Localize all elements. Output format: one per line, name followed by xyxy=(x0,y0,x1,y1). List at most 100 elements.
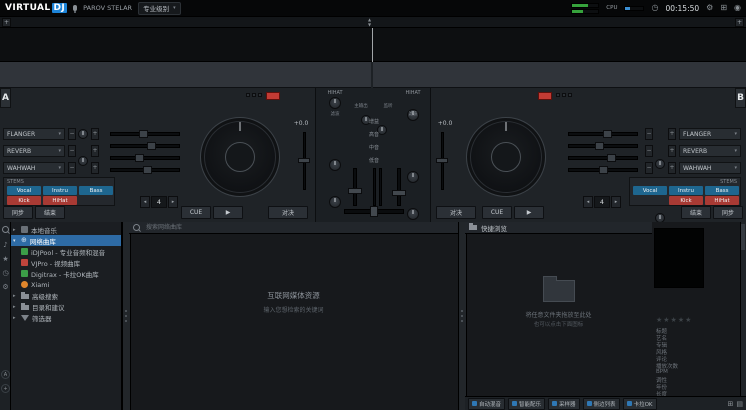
deck-a-sync-button[interactable]: 同步 xyxy=(3,206,33,219)
deck-b-cue-button[interactable]: CUE xyxy=(482,206,512,219)
wave-zoom-right-button[interactable]: + xyxy=(735,18,744,27)
deck-b-fx-select-2[interactable]: REVERB▾ xyxy=(679,145,741,157)
deck-a-fx2-knob[interactable] xyxy=(78,156,88,166)
deck-a-end-button[interactable]: 结束 xyxy=(35,206,65,219)
mixer-volume-handle-right[interactable] xyxy=(392,190,406,196)
slider-handle[interactable] xyxy=(135,154,144,162)
expander-icon[interactable]: ▸ xyxy=(13,293,18,299)
mixer-crossfader-handle[interactable] xyxy=(370,206,378,217)
deck-a-play-button[interactable]: ▶ xyxy=(213,206,243,219)
slider-handle[interactable] xyxy=(139,130,148,138)
sidelist-button[interactable]: 侧边列表 xyxy=(583,398,620,410)
deck-b-play-button[interactable]: ▶ xyxy=(514,206,544,219)
mixer-high-knob-right[interactable] xyxy=(407,208,419,220)
deck-a-cue-button[interactable]: CUE xyxy=(181,206,211,219)
deck-b-loop-double-button[interactable]: ▸ xyxy=(611,196,621,208)
deck-a-loop-half-button[interactable]: ◂ xyxy=(140,196,150,208)
deck-b-fx1-plus-button[interactable]: + xyxy=(668,128,676,140)
expander-icon[interactable]: ▸ xyxy=(13,315,18,321)
automix-button[interactable]: 自动混音 xyxy=(468,398,505,410)
deck-a-param-slider-3[interactable] xyxy=(110,156,180,160)
expander-icon[interactable]: ▸ xyxy=(13,227,18,233)
deck-a-fx3-minus-button[interactable]: − xyxy=(68,162,76,174)
mixer-gain-knob-left[interactable] xyxy=(329,159,341,171)
deck-b-stem-bass-button[interactable]: Bass xyxy=(705,186,739,195)
deck-b-param-slider-3[interactable] xyxy=(568,156,638,160)
rail-add-button[interactable]: + xyxy=(1,384,10,393)
sidebar-item-digitrax[interactable]: Digitrax - 卡拉OK曲库 xyxy=(11,268,121,279)
expander-icon[interactable]: ▾ xyxy=(13,238,18,244)
search-icon[interactable] xyxy=(0,225,11,237)
deck-a-fx2-minus-button[interactable]: − xyxy=(68,145,76,157)
window-layout-icon[interactable]: ⊞ xyxy=(720,4,727,12)
clock-history-icon[interactable]: ◷ xyxy=(0,267,11,279)
deck-a-param-slider-2[interactable] xyxy=(110,144,180,148)
deck-a-fx1-minus-button[interactable]: − xyxy=(68,128,76,140)
deck-a-record-button[interactable] xyxy=(266,92,280,100)
slider-handle[interactable] xyxy=(147,142,156,150)
settings-gear-icon[interactable]: ⚙ xyxy=(706,4,713,12)
sidebar-item-xiami[interactable]: Xiami xyxy=(11,279,121,290)
deck-a-fx-select-3[interactable]: WAHWAH▾ xyxy=(3,162,65,174)
star-icon[interactable]: ★ xyxy=(0,253,11,265)
deck-b-pitch-handle[interactable] xyxy=(436,158,448,163)
deck-b-fx2-minus-button[interactable]: − xyxy=(645,145,653,157)
deck-b-fx2-plus-button[interactable]: + xyxy=(668,145,676,157)
deck-a-stem-vocal-button[interactable]: Vocal xyxy=(7,186,41,195)
deck-b-record-button[interactable] xyxy=(538,92,552,100)
rating-stars[interactable]: ★★★★★ xyxy=(656,316,692,324)
search-input[interactable] xyxy=(144,223,328,232)
deck-a-fx1-plus-button[interactable]: + xyxy=(91,128,99,140)
waveform-display[interactable] xyxy=(0,28,746,62)
deck-b-jog-wheel[interactable] xyxy=(466,117,546,197)
deck-b-loop-half-button[interactable]: ◂ xyxy=(583,196,593,208)
deck-a-param-slider-1[interactable] xyxy=(110,132,180,136)
sidebar-item-local-music[interactable]: ▸ 本地音乐 xyxy=(11,224,121,235)
deck-a-pitch-handle[interactable] xyxy=(298,158,310,163)
deck-a-fx2-plus-button[interactable]: + xyxy=(91,145,99,157)
deck-b-fx-select-1[interactable]: FLANGER▾ xyxy=(679,128,741,140)
smart-mix-button[interactable]: 智能配乐 xyxy=(508,398,545,410)
deck-b-sync-button[interactable]: 同步 xyxy=(713,206,743,219)
sidebar-item-catalog[interactable]: ▸ 目录和建议 xyxy=(11,301,121,312)
deck-b-end-button[interactable]: 结束 xyxy=(681,206,711,219)
deck-b-param-slider-2[interactable] xyxy=(568,144,638,148)
deck-a-stem-kick-button[interactable]: Kick xyxy=(7,196,41,205)
deck-b-param-slider-1[interactable] xyxy=(568,132,638,136)
deck-a-stem-instru-button[interactable]: Instru xyxy=(43,186,77,195)
expander-icon[interactable]: ▸ xyxy=(13,304,18,310)
mixer-gain-knob-right[interactable] xyxy=(407,171,419,183)
mixer-hihat-knob-left[interactable] xyxy=(329,97,341,109)
deck-b-fx1-minus-button[interactable]: − xyxy=(645,128,653,140)
wave-zoom-left-button[interactable]: + xyxy=(2,18,11,27)
sidebar-item-filters[interactable]: ▸ 筛选器 xyxy=(11,312,121,323)
settings-gear-icon[interactable]: ⚙ xyxy=(0,281,11,293)
list-view-icon[interactable]: ▤ xyxy=(736,400,743,408)
deck-a-jog-wheel[interactable] xyxy=(200,117,280,197)
deck-a-fx1-knob[interactable] xyxy=(78,129,88,139)
sidebar-item-advanced-search[interactable]: ▸ 高级搜索 xyxy=(11,290,121,301)
mixer-volume-fader-left[interactable] xyxy=(353,168,357,206)
deck-b-fx-select-3[interactable]: WAHWAH▾ xyxy=(679,162,741,174)
deck-b-fx1-knob[interactable] xyxy=(655,159,665,169)
mixer-high-knob-left[interactable] xyxy=(329,196,341,208)
slider-handle[interactable] xyxy=(599,166,608,174)
power-icon[interactable]: ◉ xyxy=(734,4,741,12)
rail-automix-button[interactable]: A xyxy=(1,370,10,379)
sampler-button[interactable]: 采样器 xyxy=(548,398,580,410)
slider-handle[interactable] xyxy=(603,130,612,138)
deck-b-duel-button[interactable]: 对决 xyxy=(436,206,476,219)
drop-folder-icon[interactable] xyxy=(543,280,575,302)
layout-select[interactable]: 专业级别 ▾ xyxy=(138,2,181,15)
deck-a-fx3-plus-button[interactable]: + xyxy=(91,162,99,174)
deck-a-duel-button[interactable]: 对决 xyxy=(268,206,308,219)
deck-b-fx3-plus-button[interactable]: + xyxy=(668,162,676,174)
deck-a-fx-select-1[interactable]: FLANGER▾ xyxy=(3,128,65,140)
microphone-icon[interactable] xyxy=(73,5,77,11)
sidebar-item-idjpool[interactable]: iDJPool - 专业音频和混音 xyxy=(11,246,121,257)
deck-a-loop-double-button[interactable]: ▸ xyxy=(168,196,178,208)
deck-b-stem-kick-button[interactable]: Kick xyxy=(669,196,703,205)
mixer-volume-handle-left[interactable] xyxy=(348,188,362,194)
deck-b-stem-hihat-button[interactable]: HiHat xyxy=(705,196,739,205)
slider-handle[interactable] xyxy=(595,142,604,150)
